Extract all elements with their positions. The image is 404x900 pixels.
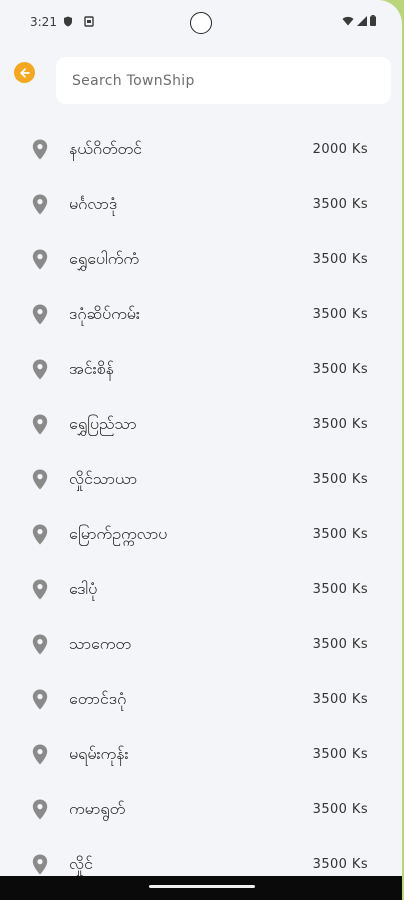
delivery-price: 3500 Ks [312, 802, 368, 817]
app-screen: 3:21 နယ်ဂိတ်တင်2000 Ksမင [0, 0, 402, 900]
navigation-bar [0, 876, 402, 900]
township-row[interactable]: မင်္ဂလာဒုံ 3500 Ks [0, 177, 402, 232]
location-pin-icon [32, 194, 48, 215]
back-button[interactable] [14, 62, 35, 83]
search-input[interactable] [70, 71, 391, 90]
township-row[interactable]: လှိုင်သာယာ 3500 Ks [0, 452, 402, 507]
delivery-price: 3500 Ks [312, 692, 368, 707]
township-name: တောင်ဒဂုံ [69, 689, 127, 708]
delivery-price: 3500 Ks [312, 417, 368, 432]
township-name: ကမာရွတ် [69, 799, 126, 818]
location-pin-icon [32, 634, 48, 655]
camera-cutout [190, 12, 212, 34]
township-name: လှိုင်သာယာ [69, 469, 138, 488]
location-pin-icon [32, 249, 48, 270]
location-pin-icon [32, 579, 48, 600]
shield-icon [64, 16, 72, 27]
township-row[interactable]: ကမာရွတ် 3500 Ks [0, 782, 402, 837]
delivery-price: 3500 Ks [312, 747, 368, 762]
location-pin-icon [32, 744, 48, 765]
township-row[interactable]: တောင်ဒဂုံ 3500 Ks [0, 672, 402, 727]
township-name: မြောက်ဥက္ကလာပ [69, 524, 168, 543]
township-row[interactable]: ဒဂုံဆိပ်ကမ်း 3500 Ks [0, 287, 402, 342]
location-pin-icon [32, 689, 48, 710]
location-pin-icon [32, 469, 48, 490]
signal-icon [357, 15, 367, 26]
back-arrow-icon [19, 67, 30, 78]
location-pin-icon [32, 304, 48, 325]
delivery-price: 3500 Ks [312, 527, 368, 542]
township-row[interactable]: အင်းစိန် 3500 Ks [0, 342, 402, 397]
township-name: သာကေတ [69, 634, 131, 653]
township-name: မရမ်းကုန်း [69, 744, 129, 763]
township-name: ရွှေပြည်သာ [69, 414, 137, 433]
delivery-price: 3500 Ks [312, 362, 368, 377]
wifi-icon [342, 16, 354, 25]
location-pin-icon [32, 524, 48, 545]
status-bar: 3:21 [0, 0, 402, 44]
township-row[interactable]: ဒေါပုံ 3500 Ks [0, 562, 402, 617]
search-box[interactable] [56, 57, 391, 104]
township-name: မင်္ဂလာဒုံ [69, 194, 118, 213]
township-name: ရွှေပေါက်ကံ [69, 249, 140, 268]
delivery-price: 3500 Ks [312, 307, 368, 322]
delivery-price: 3500 Ks [312, 637, 368, 652]
township-name: အင်းစိန် [69, 359, 114, 378]
notification-icon [84, 16, 94, 27]
township-name: နယ်ဂိတ်တင် [69, 139, 142, 158]
township-row[interactable]: နယ်ဂိတ်တင် 2000 Ks [0, 122, 402, 177]
township-name: လှိုင် [69, 854, 93, 873]
delivery-price: 2000 Ks [312, 142, 368, 157]
location-pin-icon [32, 359, 48, 380]
battery-icon [370, 15, 376, 26]
delivery-price: 3500 Ks [312, 472, 368, 487]
delivery-price: 3500 Ks [312, 582, 368, 597]
township-row[interactable]: မရမ်းကုန်း 3500 Ks [0, 727, 402, 782]
township-row[interactable]: မြောက်ဥက္ကလာပ 3500 Ks [0, 507, 402, 562]
location-pin-icon [32, 799, 48, 820]
status-time: 3:21 [30, 15, 57, 29]
township-row[interactable]: ရွှေပြည်သာ 3500 Ks [0, 397, 402, 452]
status-icons [342, 15, 376, 26]
delivery-price: 3500 Ks [312, 857, 368, 872]
home-handle[interactable] [149, 885, 255, 888]
township-name: ဒဂုံဆိပ်ကမ်း [69, 304, 140, 323]
delivery-price: 3500 Ks [312, 197, 368, 212]
township-list: နယ်ဂိတ်တင် 2000 Ks မင်္ဂလာဒုံ 3500 Ks ရွှေပေ… [0, 122, 402, 892]
location-pin-icon [32, 854, 48, 875]
township-name: ဒေါပုံ [69, 579, 98, 598]
delivery-price: 3500 Ks [312, 252, 368, 267]
township-row[interactable]: ရွှေပေါက်ကံ 3500 Ks [0, 232, 402, 287]
township-row[interactable]: သာကေတ 3500 Ks [0, 617, 402, 672]
location-pin-icon [32, 414, 48, 435]
location-pin-icon [32, 139, 48, 160]
